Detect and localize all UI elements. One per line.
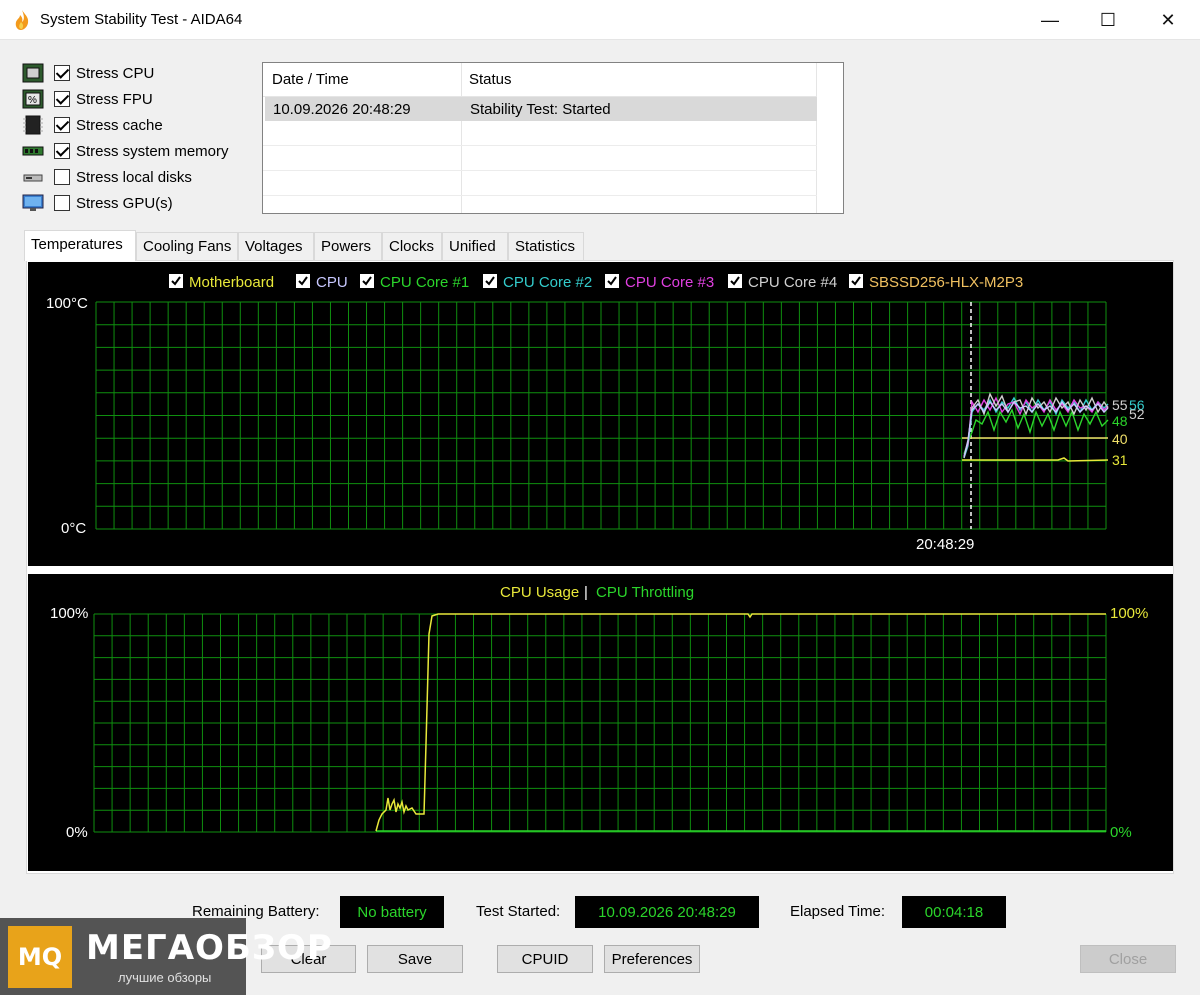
- series-motherboard-line: [962, 457, 1109, 462]
- close-button[interactable]: Close: [1080, 945, 1176, 973]
- stress-fpu-checkbox[interactable]: [54, 91, 70, 107]
- minimize-button[interactable]: —: [1020, 0, 1080, 40]
- watermark-logo: MQ: [8, 926, 72, 988]
- temperature-grid: [95, 301, 1107, 530]
- column-header-status[interactable]: Status: [469, 71, 512, 88]
- legend-cpu-core-4[interactable]: CPU Core #4: [728, 274, 837, 291]
- row-divider: [263, 170, 817, 171]
- watermark-subtitle: лучшие обзоры: [118, 970, 212, 985]
- legend-cpu-core-3[interactable]: CPU Core #3: [605, 274, 714, 291]
- stress-gpu-option[interactable]: Stress GPU(s): [22, 192, 173, 214]
- watermark-overlay: MQ МЕГАОБЗОР лучшие обзоры: [0, 918, 332, 995]
- save-button[interactable]: Save: [367, 945, 463, 973]
- cpu-axis-right-min: 0%: [1110, 824, 1132, 841]
- stress-fpu-option[interactable]: % Stress FPU: [22, 88, 153, 110]
- event-log-table[interactable]: Date / Time Status 10.09.2026 20:48:29 S…: [262, 62, 844, 214]
- battery-value: No battery: [340, 896, 444, 928]
- table-header: Date / Time Status: [263, 63, 817, 97]
- stress-gpu-checkbox[interactable]: [54, 195, 70, 211]
- temp-axis-min-label: 0°C: [61, 520, 86, 537]
- cpu-usage-graph: CPU Usage | CPU Throttling 100% 0% 100% …: [28, 574, 1173, 871]
- row-datetime: 10.09.2026 20:48:29: [273, 101, 411, 118]
- value-label-52: 52: [1129, 406, 1145, 422]
- cpu-usage-legend: CPU Usage: [500, 584, 579, 601]
- stress-cache-option[interactable]: Stress cache: [22, 114, 163, 136]
- cpu-usage-chart-svg: CPU Usage | CPU Throttling 100% 0% 100% …: [50, 584, 1148, 841]
- row-divider: [263, 145, 817, 146]
- stress-fpu-label: Stress FPU: [76, 90, 153, 108]
- window-title: System Stability Test - AIDA64: [40, 11, 243, 28]
- value-label-31: 31: [1112, 452, 1128, 468]
- cache-chip-icon: [22, 115, 44, 135]
- preferences-button[interactable]: Preferences: [604, 945, 700, 973]
- tab-powers[interactable]: Powers: [314, 232, 382, 260]
- stress-cpu-label: Stress CPU: [76, 64, 155, 82]
- temperature-graph: Motherboard CPU CPU Core #1 CPU Core #2 …: [28, 262, 1173, 566]
- cpuid-button[interactable]: CPUID: [497, 945, 593, 973]
- legend-label-cpu: CPU: [316, 274, 348, 291]
- tab-unified[interactable]: Unified: [442, 232, 508, 260]
- elapsed-time-label: Elapsed Time:: [790, 903, 886, 920]
- cpu-axis-left-min: 0%: [66, 824, 88, 841]
- legend-ssd[interactable]: SBSSD256-HLX-M2P3: [849, 274, 1023, 291]
- cpu-usage-grid: [93, 613, 1107, 833]
- tab-statistics[interactable]: Statistics: [508, 232, 584, 260]
- stress-disks-option[interactable]: Stress local disks: [22, 166, 192, 188]
- tab-voltages[interactable]: Voltages: [238, 232, 314, 260]
- stress-memory-checkbox[interactable]: [54, 143, 70, 159]
- value-label-48: 48: [1112, 413, 1128, 429]
- table-row[interactable]: 10.09.2026 20:48:29 Stability Test: Star…: [265, 97, 817, 121]
- stress-disks-label: Stress local disks: [76, 168, 192, 186]
- value-label-55: 55: [1112, 397, 1128, 413]
- test-started-value: 10.09.2026 20:48:29: [575, 896, 759, 928]
- stress-disks-checkbox[interactable]: [54, 169, 70, 185]
- svg-text:%: %: [28, 95, 37, 106]
- stress-cpu-option[interactable]: Stress CPU: [22, 62, 154, 84]
- memory-module-icon: [22, 141, 44, 161]
- test-started-label: Test Started:: [476, 903, 561, 920]
- legend-label-ssd: SBSSD256-HLX-M2P3: [869, 274, 1023, 291]
- series-cpu-core-1-line: [963, 408, 1109, 455]
- elapsed-time-value: 00:04:18: [902, 896, 1006, 928]
- legend-cpu-core-1[interactable]: CPU Core #1: [360, 274, 469, 291]
- column-header-datetime[interactable]: Date / Time: [272, 71, 349, 88]
- legend-label-cpu-core-1: CPU Core #1: [380, 274, 469, 291]
- value-label-40: 40: [1112, 431, 1128, 447]
- watermark-title: МЕГАОБЗОР: [86, 928, 333, 968]
- stress-cpu-checkbox[interactable]: [54, 65, 70, 81]
- legend-label-cpu-core-3: CPU Core #3: [625, 274, 714, 291]
- tab-temperatures[interactable]: Temperatures: [24, 230, 136, 261]
- cpu-chip-icon: [22, 63, 44, 83]
- temp-axis-max-label: 100°C: [46, 295, 88, 312]
- stress-gpu-label: Stress GPU(s): [76, 194, 173, 212]
- disk-drive-icon: [22, 167, 44, 187]
- cpu-axis-left-max: 100%: [50, 605, 88, 622]
- tab-clocks[interactable]: Clocks: [382, 232, 442, 260]
- stress-cache-label: Stress cache: [76, 116, 163, 134]
- temperature-legend: Motherboard CPU CPU Core #1 CPU Core #2 …: [169, 274, 1023, 291]
- legend-label-cpu-core-4: CPU Core #4: [748, 274, 837, 291]
- stress-memory-option[interactable]: Stress system memory: [22, 140, 229, 162]
- stress-memory-label: Stress system memory: [76, 142, 229, 160]
- stress-cache-checkbox[interactable]: [54, 117, 70, 133]
- cpu-legend-separator: |: [584, 584, 588, 601]
- legend-label-motherboard: Motherboard: [189, 274, 274, 291]
- cpu-throttling-legend: CPU Throttling: [596, 584, 694, 601]
- monitor-gpu-icon: [22, 193, 44, 213]
- legend-motherboard[interactable]: Motherboard: [169, 274, 274, 291]
- row-status: Stability Test: Started: [470, 101, 611, 118]
- temp-time-label: 20:48:29: [916, 536, 974, 553]
- tab-cooling-fans[interactable]: Cooling Fans: [136, 232, 238, 260]
- fpu-icon: %: [22, 89, 44, 109]
- title-bar: System Stability Test - AIDA64 — ☐ ✕: [0, 0, 1200, 40]
- legend-cpu[interactable]: CPU: [296, 274, 348, 291]
- aida64-flame-icon: [15, 10, 29, 30]
- legend-label-cpu-core-2: CPU Core #2: [503, 274, 592, 291]
- temperature-chart-svg: Motherboard CPU CPU Core #1 CPU Core #2 …: [46, 274, 1145, 553]
- row-divider: [263, 195, 817, 196]
- window-close-button[interactable]: ✕: [1138, 0, 1198, 40]
- maximize-button[interactable]: ☐: [1078, 0, 1138, 40]
- cpu-axis-right-max: 100%: [1110, 605, 1148, 622]
- legend-cpu-core-2[interactable]: CPU Core #2: [483, 274, 592, 291]
